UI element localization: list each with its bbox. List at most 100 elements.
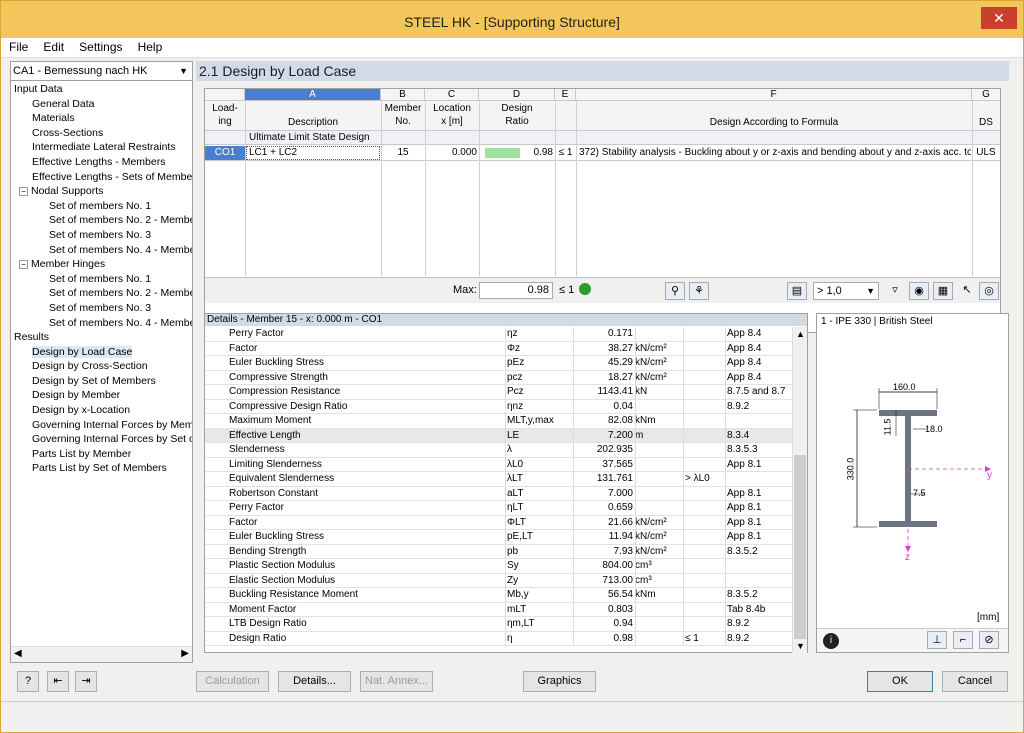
pin-icon[interactable]: ⚲ xyxy=(665,282,685,300)
collapse-icon[interactable]: − xyxy=(19,259,28,269)
info-icon[interactable]: i xyxy=(823,633,839,649)
details-row[interactable]: Buckling Resistance Moment Mb,y 56.54 kNm 8.… xyxy=(205,588,793,603)
tree-item[interactable]: Cross-Sections xyxy=(11,126,192,141)
col-letter-a[interactable]: A xyxy=(245,89,381,101)
col-letter-f[interactable]: F xyxy=(576,89,972,101)
details-row[interactable]: Robertson Constant aLT 7.000 App 8.1 xyxy=(205,486,793,501)
details-row[interactable]: LTB Design Ratio ηm,LT 0.94 8.9.2 xyxy=(205,617,793,632)
details-row[interactable]: Euler Buckling Stress pEz 45.29 kN/cm² App 8… xyxy=(205,356,793,371)
tree-item[interactable]: Effective Lengths - Sets of Members xyxy=(11,170,192,185)
row-ds[interactable]: ULS xyxy=(972,146,1000,160)
tree-item[interactable]: Set of members No. 2 - Member S xyxy=(11,213,192,228)
import-icon[interactable]: ⇤ xyxy=(47,671,69,692)
sort-icon[interactable]: ▤ xyxy=(787,282,807,300)
details-row[interactable]: Euler Buckling Stress pE,LT 11.94 kN/cm² App… xyxy=(205,530,793,545)
details-row[interactable]: Equivalent Slenderness λLT 131.761 > λL0 xyxy=(205,472,793,487)
tree-item[interactable]: Parts List by Set of Members xyxy=(11,461,192,476)
details-row[interactable]: Perry Factor ηLT 0.659 App 8.1 xyxy=(205,501,793,516)
help-icon[interactable]: ? xyxy=(17,671,39,692)
details-row[interactable]: Slenderness λ 202.935 8.3.5.3 xyxy=(205,443,793,458)
tree-item[interactable]: Set of members No. 4 - Member S xyxy=(11,243,192,258)
scroll-up-icon[interactable]: ▲ xyxy=(796,329,805,339)
row-formula[interactable]: 372) Stability analysis - Buckling about… xyxy=(579,146,971,160)
details-row[interactable]: Compressive Design Ratio ηnz 0.04 8.9.2 xyxy=(205,399,793,414)
details-row[interactable]: Elastic Section Modulus Zy 713.00 cm³ xyxy=(205,573,793,588)
case-selector[interactable]: CA1 - Bemessung nach HK ▼ xyxy=(11,62,192,81)
tree-item[interactable]: Set of members No. 3 xyxy=(11,228,192,243)
row-location[interactable]: 0.000 xyxy=(425,146,477,160)
details-row[interactable]: Design Ratio η 0.98 ≤ 1 8.9.2 xyxy=(205,631,793,646)
details-row[interactable]: Factor Φz 38.27 kN/cm² App 8.4 xyxy=(205,341,793,356)
tree-item[interactable]: Set of members No. 3 xyxy=(11,301,192,316)
nat-annex-button[interactable]: Nat. Annex... xyxy=(360,671,433,692)
eye-icon[interactable]: ◎ xyxy=(979,282,999,300)
color-scale-icon[interactable]: ◉ xyxy=(909,282,929,300)
graphics-button[interactable]: Graphics xyxy=(523,671,596,692)
tree-item[interactable]: Materials xyxy=(11,111,192,126)
chevron-down-icon[interactable]: ▼ xyxy=(866,283,875,299)
chevron-down-icon[interactable]: ▼ xyxy=(179,62,188,80)
section-view-icon[interactable]: ⊥ xyxy=(927,631,947,649)
excel-export-icon[interactable]: ▦ xyxy=(933,282,953,300)
tree-item[interactable]: Effective Lengths - Members xyxy=(11,155,192,170)
scroll-right-icon[interactable]: ▶ xyxy=(181,648,189,659)
menu-help[interactable]: Help xyxy=(134,38,167,57)
tree-item[interactable]: Governing Internal Forces by Set of xyxy=(11,432,192,447)
zoom-reset-icon[interactable]: ⊘ xyxy=(979,631,999,649)
scroll-left-icon[interactable]: ◀ xyxy=(14,648,22,659)
details-scrollbar[interactable]: ▲ ▼ xyxy=(792,327,807,653)
tree-item[interactable]: − Member Hinges xyxy=(11,257,192,272)
details-row[interactable]: Effective Length LE 7.200 m 8.3.4 xyxy=(205,428,793,443)
tree-item[interactable]: Input Data xyxy=(11,82,192,97)
col-letter-d[interactable]: D xyxy=(479,89,555,101)
cancel-button[interactable]: Cancel xyxy=(942,671,1008,692)
tree-item[interactable]: Governing Internal Forces by Membe xyxy=(11,418,192,433)
details-button[interactable]: Details... xyxy=(278,671,351,692)
tree-item[interactable]: Set of members No. 4 - Member S xyxy=(11,316,192,331)
funnel-icon[interactable]: ▿ xyxy=(885,282,905,300)
export-icon[interactable]: ⇥ xyxy=(75,671,97,692)
col-letter-c[interactable]: C xyxy=(425,89,479,101)
details-row[interactable]: Bending Strength pb 7.93 kN/cm² 8.3.5.2 xyxy=(205,544,793,559)
menu-file[interactable]: File xyxy=(5,38,32,57)
tree-item[interactable]: − Nodal Supports xyxy=(11,184,192,199)
details-row[interactable]: Limiting Slenderness λL0 37.565 App 8.1 xyxy=(205,457,793,472)
tree-item[interactable]: Set of members No. 2 - Member S xyxy=(11,286,192,301)
scroll-down-icon[interactable]: ▼ xyxy=(796,641,805,651)
dimension-icon[interactable]: ⌐ xyxy=(953,631,973,649)
details-row[interactable]: Compression Resistance Pcz 1143.41 kN 8.7.5 … xyxy=(205,385,793,400)
calculation-button[interactable]: Calculation xyxy=(196,671,269,692)
tree-item[interactable]: Design by x-Location xyxy=(11,403,192,418)
tree-item[interactable]: Design by Cross-Section xyxy=(11,359,192,374)
tree-item[interactable]: Set of members No. 1 xyxy=(11,199,192,214)
ok-button[interactable]: OK xyxy=(867,671,933,692)
filter-select[interactable]: > 1,0 ▼ xyxy=(813,282,879,300)
tree-item[interactable]: Results xyxy=(11,330,192,345)
row-member[interactable]: 15 xyxy=(381,146,425,160)
row-loading[interactable]: CO1 xyxy=(205,146,245,160)
col-letter-e[interactable]: E xyxy=(555,89,576,101)
scroll-thumb[interactable] xyxy=(794,455,806,639)
row-ratio[interactable]: 0.98 xyxy=(479,146,553,160)
details-row[interactable]: Factor ΦLT 21.66 kN/cm² App 8.1 xyxy=(205,515,793,530)
menu-settings[interactable]: Settings xyxy=(75,38,126,57)
details-row[interactable]: Maximum Moment MLT,y,max 82.08 kNm xyxy=(205,414,793,429)
tree-item[interactable]: Set of members No. 1 xyxy=(11,272,192,287)
member-view-icon[interactable]: ⚘ xyxy=(689,282,709,300)
col-letter-g[interactable]: G xyxy=(972,89,1000,101)
row-description[interactable]: LC1 + LC2 xyxy=(246,146,380,160)
tree-item[interactable]: Design by Load Case xyxy=(11,345,192,360)
col-letter-b[interactable]: B xyxy=(381,89,425,101)
details-row[interactable]: Compressive Strength pcz 18.27 kN/cm² App 8.… xyxy=(205,370,793,385)
collapse-icon[interactable]: − xyxy=(19,186,28,196)
close-button[interactable]: ✕ xyxy=(981,7,1017,29)
tree-item[interactable]: Parts List by Member xyxy=(11,447,192,462)
menu-edit[interactable]: Edit xyxy=(39,38,68,57)
details-row[interactable]: Moment Factor mLT 0.803 Tab 8.4b xyxy=(205,602,793,617)
select-icon[interactable]: ↖ xyxy=(957,282,977,300)
horizontal-scrollbar[interactable]: ◀ ▶ xyxy=(11,646,192,662)
details-row[interactable]: Perry Factor ηz 0.171 App 8.4 xyxy=(205,327,793,342)
tree-item[interactable]: Intermediate Lateral Restraints xyxy=(11,140,192,155)
tree-item[interactable]: General Data xyxy=(11,97,192,112)
tree-item[interactable]: Design by Member xyxy=(11,388,192,403)
